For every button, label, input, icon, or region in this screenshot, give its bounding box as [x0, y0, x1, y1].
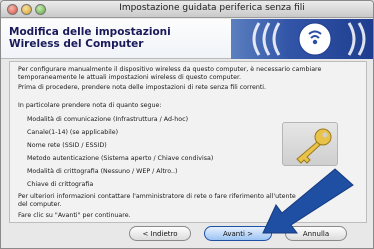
contact-line-1: Per ulteriori informazioni contattare l'…	[18, 193, 296, 200]
note-heading: In particolare prendere nota di quanto s…	[18, 102, 162, 109]
list-item: Modalità di comunicazione (Infrastruttur…	[27, 116, 189, 123]
close-window-button[interactable]	[7, 4, 18, 15]
zoom-window-button[interactable]	[35, 4, 46, 15]
list-item: Metodo autenticazione (Sistema aperto / …	[27, 155, 214, 162]
next-button[interactable]: Avanti >	[204, 226, 272, 241]
list-item: Nome rete (SSID / ESSID)	[27, 142, 107, 149]
list-item: Canale(1-14) (se applicabile)	[27, 129, 119, 136]
list-item: Modalità di crittografia (Nessuno / WEP …	[27, 168, 178, 175]
list-item: Chiave di crittografia	[27, 181, 94, 188]
cancel-button[interactable]: Annulla	[285, 226, 347, 241]
wizard-content: Per configurare manualmente il dispositi…	[9, 61, 367, 223]
minimize-window-button[interactable]	[21, 4, 32, 15]
intro-line-2: temporaneamente le attuali impostazioni …	[18, 73, 242, 81]
window-title: Impostazione guidata periferica senza fi…	[119, 3, 305, 13]
title-bar[interactable]: Impostazione guidata periferica senza fi…	[1, 1, 373, 18]
wizard-header: Modifica delle impostazioni Wireless del…	[1, 19, 373, 59]
page-title: Modifica delle impostazioni Wireless del…	[9, 26, 171, 50]
intro-line-1: Per configurare manualmente il dispositi…	[18, 66, 322, 73]
wireless-waves-icon	[252, 22, 366, 56]
wizard-window: Impostazione guidata periferica senza fi…	[0, 0, 374, 249]
contact-line-2: del computer.	[18, 200, 62, 208]
back-button[interactable]: < Indietro	[129, 226, 191, 241]
continue-note: Fare clic su "Avanti" per continuare.	[18, 212, 131, 219]
key-icon	[296, 128, 332, 164]
before-note: Prima di procedere, prendere nota delle …	[18, 84, 267, 91]
wireless-banner	[231, 19, 373, 59]
key-illustration	[282, 122, 338, 166]
